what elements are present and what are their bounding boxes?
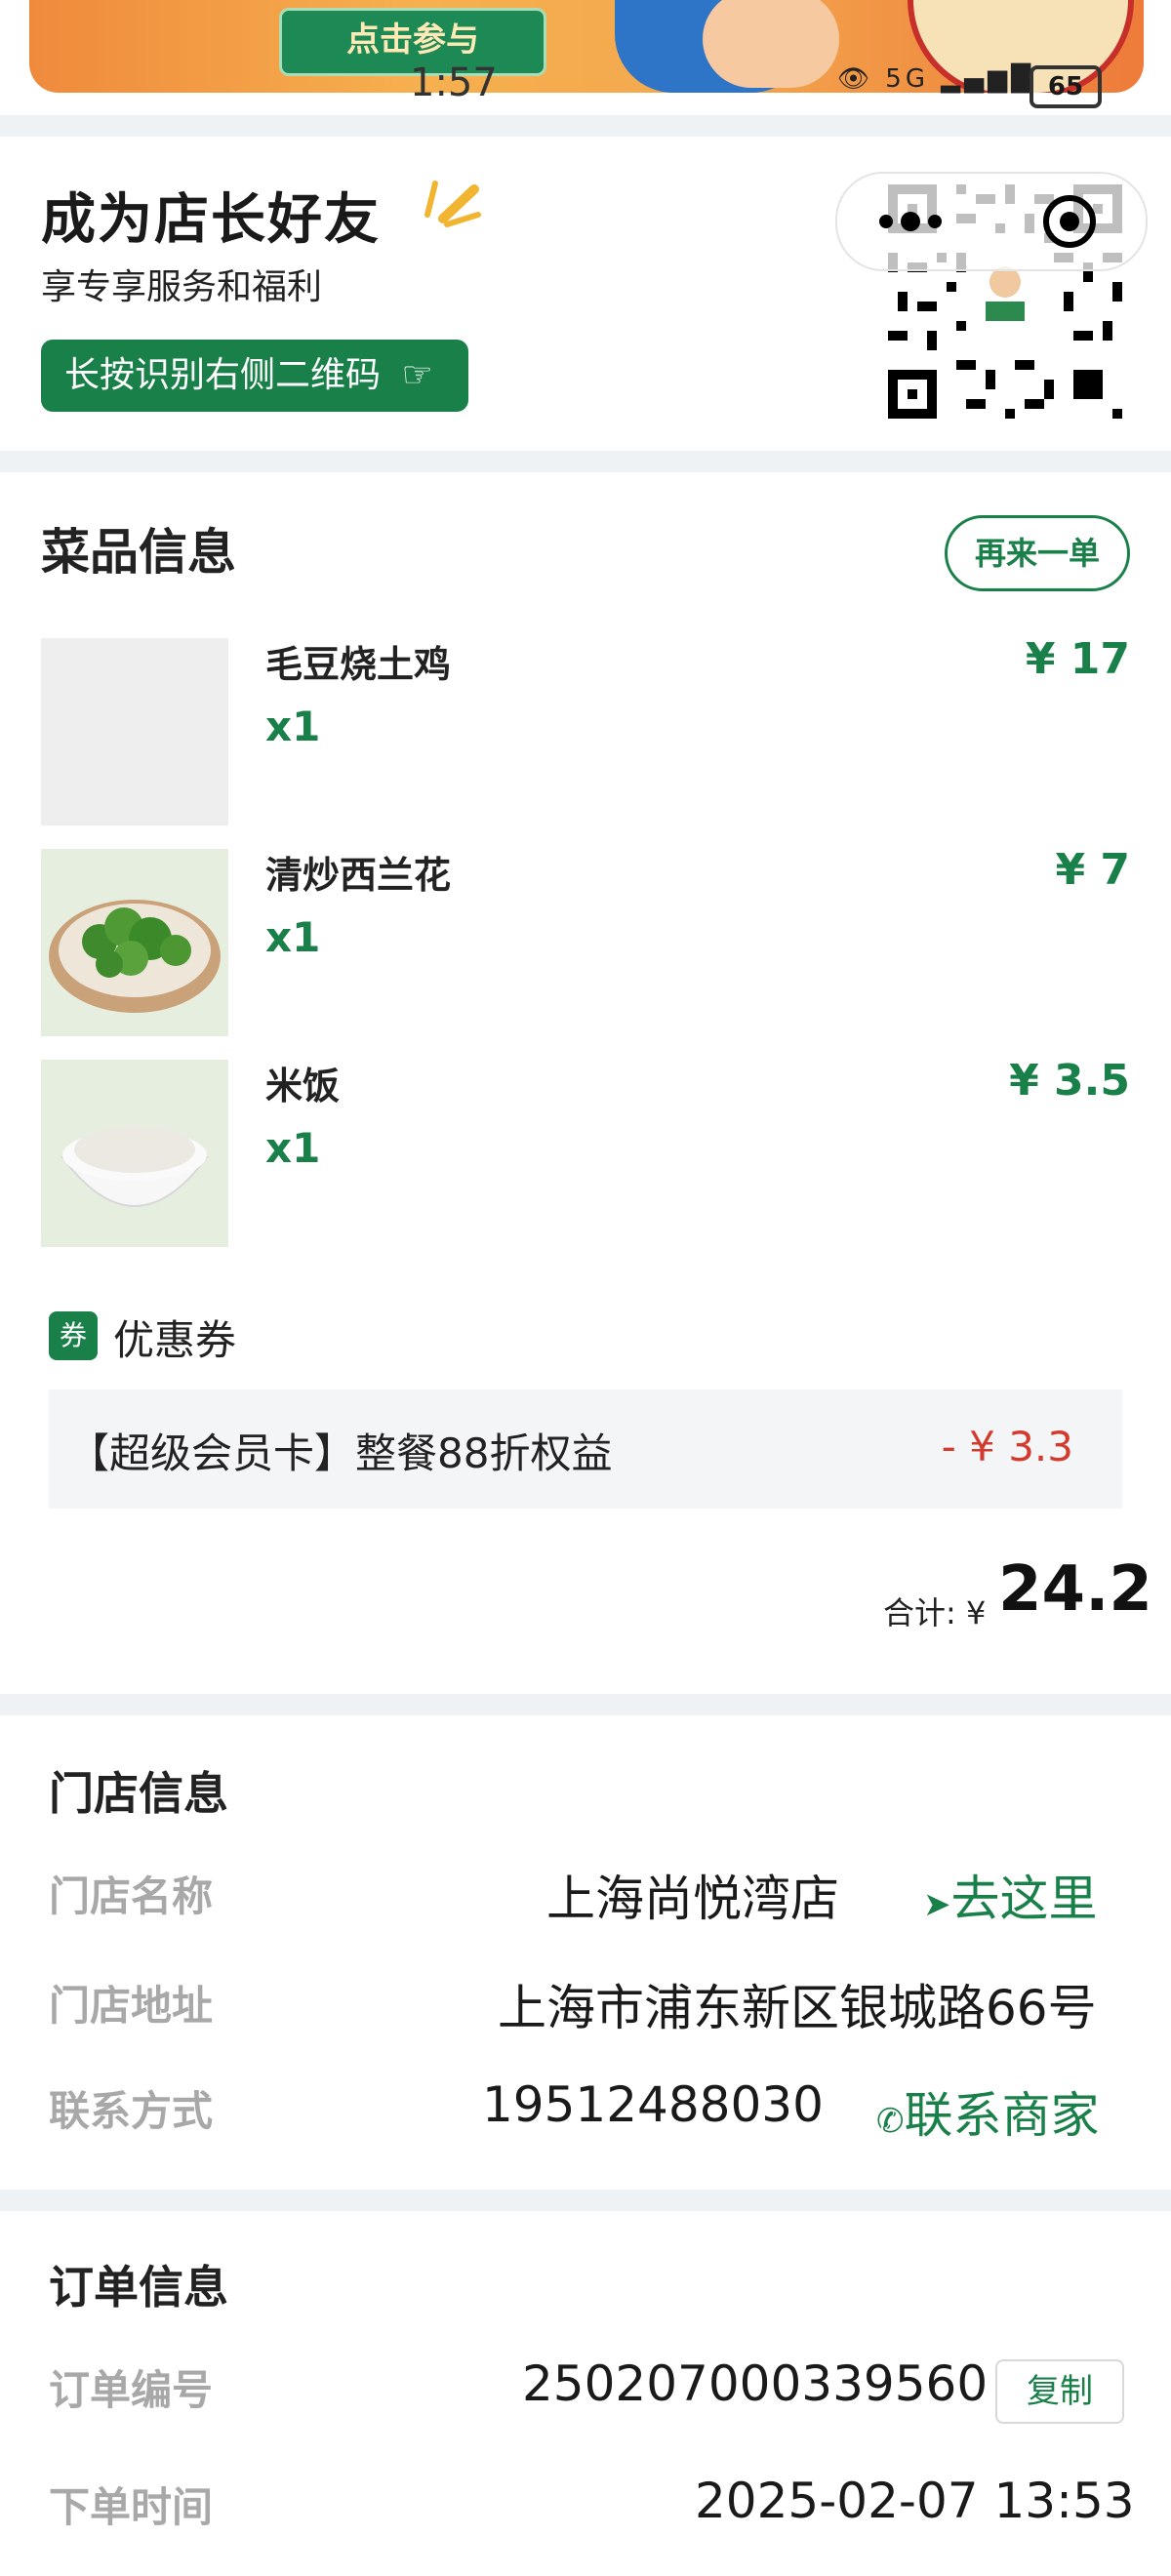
battery-icon: 65: [1030, 65, 1102, 108]
coupon-name: 【超级会员卡】整餐88折权益: [68, 1429, 613, 1477]
dish-price: ¥ 7: [1055, 845, 1130, 895]
coupon-amount: - ¥ 3.3: [941, 1423, 1073, 1470]
contact-merchant-link[interactable]: ✆联系商家: [876, 2076, 1100, 2147]
eye-icon: 👁: [837, 64, 874, 94]
signal-icon: ▂▄▆█: [941, 64, 1035, 94]
status-icons: 👁 5G ▂▄▆█: [837, 64, 1034, 94]
order-time-value: 2025-02-07 13:53: [695, 2473, 1135, 2529]
navigate-link[interactable]: ➤去这里: [923, 1860, 1098, 1930]
dish-image-placeholder: [41, 638, 228, 825]
store-contact-value: 19512488030: [482, 2076, 824, 2133]
order-number-value: 250207000339560: [522, 2355, 989, 2412]
copy-button[interactable]: 复制: [995, 2359, 1124, 2424]
total-value: 24.2: [998, 1553, 1152, 1626]
order-section-title: 订单信息: [49, 2261, 228, 2314]
friend-card-subtitle: 享专享服务和福利: [41, 267, 323, 307]
reorder-button[interactable]: 再来一单: [945, 515, 1130, 591]
order-time-label: 下单时间: [49, 2483, 214, 2531]
dish-image-rice: [41, 1060, 228, 1247]
store-address-label: 门店地址: [49, 1982, 214, 2030]
sparkle-icon: [424, 181, 481, 227]
store-section-title: 门店信息: [49, 1767, 228, 1820]
dish-name: 毛豆烧土鸡: [265, 643, 452, 686]
contact-merchant-label: 联系商家: [904, 2087, 1100, 2144]
dish-quantity: x1: [265, 1124, 321, 1172]
network-label: 5G: [885, 64, 929, 94]
coupon-label: 优惠券: [113, 1316, 237, 1364]
store-contact-label: 联系方式: [49, 2087, 214, 2135]
friend-card-title: 成为店长好友: [41, 188, 381, 252]
section-divider: [0, 1694, 1171, 1715]
phone-icon: ✆: [876, 2102, 905, 2141]
total-label: 合计: ¥: [883, 1594, 987, 1631]
pointing-hand-icon: ☞: [401, 355, 433, 395]
more-icon[interactable]: [837, 174, 1146, 269]
dish-quantity: x1: [265, 913, 321, 961]
banner-hand-illustration: [703, 0, 839, 88]
dish-name: 清炒西兰花: [265, 854, 452, 897]
dishes-section-title: 菜品信息: [41, 524, 236, 581]
store-name-label: 门店名称: [49, 1872, 214, 1920]
dish-quantity: x1: [265, 703, 321, 750]
dish-image-broccoli: [41, 849, 228, 1036]
section-divider: [0, 115, 1171, 137]
section-divider: [0, 2190, 1171, 2211]
dish-price: ¥ 17: [1025, 634, 1130, 684]
navigation-arrow-icon: ➤: [923, 1885, 951, 1924]
miniprogram-capsule[interactable]: [835, 172, 1148, 271]
store-address-value: 上海市浦东新区银城路66号: [498, 1980, 1097, 2036]
dish-price: ¥ 3.5: [1009, 1056, 1130, 1106]
dish-name: 米饭: [265, 1065, 341, 1107]
status-time: 1:57: [410, 60, 498, 105]
scan-qr-button-label: 长按识别右侧二维码: [64, 355, 382, 395]
order-number-label: 订单编号: [49, 2366, 214, 2414]
navigate-link-label: 去这里: [950, 1871, 1098, 1927]
store-name-value: 上海尚悦湾店: [546, 1871, 839, 1927]
coupon-badge: 券: [49, 1311, 98, 1360]
section-divider: [0, 451, 1171, 472]
scan-qr-button[interactable]: 长按识别右侧二维码 ☞: [41, 340, 468, 412]
